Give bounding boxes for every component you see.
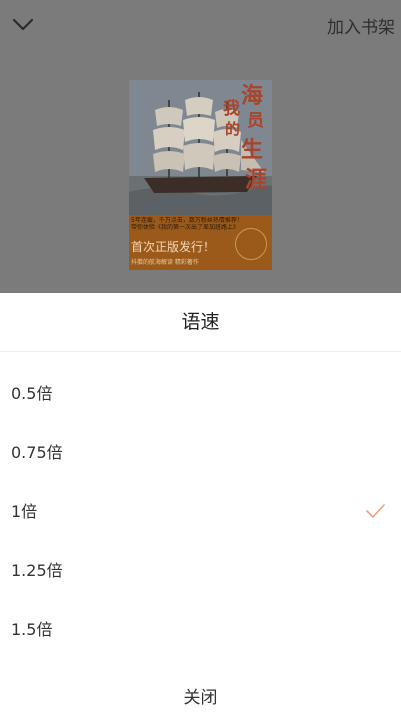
speed-option-label: 1.5倍 bbox=[11, 620, 53, 639]
close-button[interactable]: 关闭 bbox=[0, 681, 401, 715]
speed-option-label: 1倍 bbox=[11, 502, 38, 521]
speed-option-label: 0.5倍 bbox=[11, 384, 53, 403]
cover-title-char: 我 bbox=[223, 99, 240, 119]
book-cover[interactable]: 海 员 生 涯 我 的 5年连载，千万点击，数万粉丝热情推荐！ 带你体验《我的第… bbox=[129, 80, 272, 270]
speed-option-label: 1.25倍 bbox=[11, 561, 63, 580]
speed-option-1x[interactable]: 1倍 bbox=[0, 482, 401, 541]
speed-option-1-25x[interactable]: 1.25倍 bbox=[0, 541, 401, 600]
cover-seal bbox=[235, 228, 267, 260]
cover-first-release: 首次正版发行！ bbox=[131, 240, 216, 254]
speed-option-0-75x[interactable]: 0.75倍 bbox=[0, 423, 401, 482]
check-icon bbox=[366, 504, 385, 518]
cover-title-char: 涯 bbox=[245, 167, 268, 193]
collapse-button[interactable] bbox=[8, 10, 38, 40]
chevron-down-icon bbox=[12, 18, 34, 31]
top-bar: 加入书架 bbox=[0, 0, 401, 52]
dimmed-background[interactable]: 加入书架 海 员 生 涯 我 的 5年连载，千万点击，数万粉丝热情推荐！ 带你体… bbox=[0, 0, 401, 293]
sheet-title: 语速 bbox=[0, 293, 401, 352]
add-to-shelf-button[interactable]: 加入书架 bbox=[327, 13, 395, 38]
speed-option-1-5x[interactable]: 1.5倍 bbox=[0, 600, 401, 659]
cover-subtitle: 抖擞的航海解读 精彩著作 bbox=[131, 259, 199, 266]
speed-option-label: 0.75倍 bbox=[11, 443, 63, 462]
cover-title-char: 生 bbox=[241, 137, 264, 163]
cover-title-char: 的 bbox=[225, 120, 241, 138]
cover-title-char: 员 bbox=[247, 111, 264, 131]
speed-option-0-5x[interactable]: 0.5倍 bbox=[0, 364, 401, 423]
cover-blurb: 5年连载，千万点击，数万粉丝热情推荐！ bbox=[131, 217, 243, 224]
speed-sheet: 语速 0.5倍 0.75倍 1倍 1.25倍 1.5倍 关闭 bbox=[0, 293, 401, 721]
